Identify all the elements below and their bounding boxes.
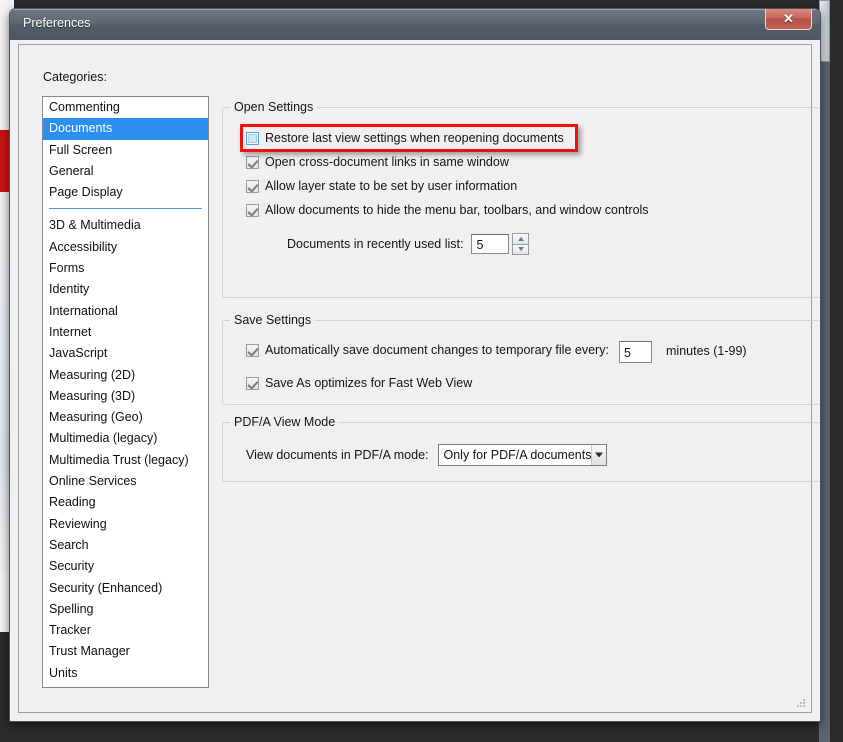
save-settings-group: Save Settings: [222, 313, 820, 405]
sidebar-item-measuring-geo[interactable]: Measuring (Geo): [43, 407, 208, 428]
stepper-down-icon[interactable]: [512, 244, 530, 255]
sidebar-item-updater[interactable]: Updater: [43, 684, 208, 687]
sidebar-item-accessibility[interactable]: Accessibility: [43, 237, 208, 258]
cross-document-links-checkbox[interactable]: [246, 155, 259, 169]
sidebar-item-measuring-2d[interactable]: Measuring (2D): [43, 365, 208, 386]
window-title: Preferences: [23, 16, 91, 30]
sidebar-item-search[interactable]: Search: [43, 535, 208, 556]
autosave-minutes-input[interactable]: 5: [619, 341, 652, 363]
recently-used-list-row: Documents in recently used list: 5: [287, 233, 530, 255]
recently-used-list-stepper[interactable]: [512, 233, 530, 255]
pdfa-mode-label: View documents in PDF/A mode:: [246, 448, 429, 462]
layer-state-checkbox[interactable]: [246, 179, 259, 193]
sidebar-item-multimedia-trust-legacy[interactable]: Multimedia Trust (legacy): [43, 450, 208, 471]
cross-document-links-row[interactable]: Open cross-document links in same window: [246, 155, 509, 169]
cross-document-links-label: Open cross-document links in same window: [265, 155, 509, 169]
recently-used-list-label: Documents in recently used list:: [287, 237, 464, 251]
hide-menu-bar-checkbox[interactable]: [246, 203, 259, 217]
sidebar-item-measuring-3d[interactable]: Measuring (3D): [43, 386, 208, 407]
recently-used-list-input[interactable]: 5: [471, 234, 510, 254]
sidebar-item-javascript[interactable]: JavaScript: [43, 343, 208, 364]
sidebar-item-full-screen[interactable]: Full Screen: [43, 140, 208, 161]
sidebar-item-multimedia-legacy[interactable]: Multimedia (legacy): [43, 428, 208, 449]
sidebar-item-identity[interactable]: Identity: [43, 279, 208, 300]
category-separator: [49, 208, 202, 210]
pdfa-mode-row: View documents in PDF/A mode: Only for P…: [246, 444, 607, 466]
restore-last-view-label: Restore last view settings when reopenin…: [265, 131, 564, 145]
sidebar-item-units[interactable]: Units: [43, 663, 208, 684]
hide-menu-bar-row[interactable]: Allow documents to hide the menu bar, to…: [246, 203, 649, 217]
autosave-checkbox[interactable]: [246, 343, 259, 357]
close-icon: ✕: [783, 11, 794, 26]
stepper-up-icon[interactable]: [512, 233, 530, 245]
sidebar-item-3d-multimedia[interactable]: 3D & Multimedia: [43, 215, 208, 236]
category-list[interactable]: Commenting Documents Full Screen General…: [42, 96, 209, 688]
autosave-label: Automatically save document changes to t…: [265, 343, 609, 357]
sidebar-item-security-enhanced[interactable]: Security (Enhanced): [43, 578, 208, 599]
sidebar-item-internet[interactable]: Internet: [43, 322, 208, 343]
restore-last-view-checkbox[interactable]: [246, 131, 259, 145]
autosave-minutes-units-label: minutes (1-99): [666, 344, 747, 358]
layer-state-label: Allow layer state to be set by user info…: [265, 179, 518, 193]
open-settings-title: Open Settings: [230, 100, 318, 114]
close-button[interactable]: ✕: [765, 9, 812, 30]
title-bar-highlight: [11, 9, 819, 10]
pdfa-mode-select[interactable]: Only for PDF/A documents: [437, 444, 607, 466]
sidebar-item-documents[interactable]: Documents: [43, 118, 208, 140]
fast-web-view-row[interactable]: Save As optimizes for Fast Web View: [246, 376, 472, 390]
sidebar-item-general[interactable]: General: [43, 161, 208, 182]
resize-grip-icon[interactable]: [795, 697, 807, 709]
pdfa-mode-selected-value: Only for PDF/A documents: [443, 448, 592, 462]
sidebar-item-spelling[interactable]: Spelling: [43, 599, 208, 620]
hide-menu-bar-label: Allow documents to hide the menu bar, to…: [265, 203, 649, 217]
chevron-down-icon[interactable]: [591, 445, 606, 465]
sidebar-item-tracker[interactable]: Tracker: [43, 620, 208, 641]
save-settings-title: Save Settings: [230, 313, 316, 327]
autosave-row[interactable]: Automatically save document changes to t…: [246, 343, 609, 357]
sidebar-item-international[interactable]: International: [43, 301, 208, 322]
fast-web-view-checkbox[interactable]: [246, 376, 259, 390]
pdfa-view-mode-title: PDF/A View Mode: [230, 415, 340, 429]
sidebar-item-reviewing[interactable]: Reviewing: [43, 514, 208, 535]
fast-web-view-label: Save As optimizes for Fast Web View: [265, 376, 473, 390]
sidebar-item-online-services[interactable]: Online Services: [43, 471, 208, 492]
sidebar-item-security[interactable]: Security: [43, 556, 208, 577]
sidebar-item-trust-manager[interactable]: Trust Manager: [43, 641, 208, 662]
categories-label: Categories:: [43, 70, 107, 84]
layer-state-row[interactable]: Allow layer state to be set by user info…: [246, 179, 517, 193]
sidebar-item-commenting[interactable]: Commenting: [43, 97, 208, 118]
sidebar-item-page-display[interactable]: Page Display: [43, 182, 208, 203]
title-bar[interactable]: Preferences ✕: [10, 9, 820, 41]
restore-last-view-row[interactable]: Restore last view settings when reopenin…: [246, 131, 564, 145]
sidebar-item-forms[interactable]: Forms: [43, 258, 208, 279]
preferences-dialog: Preferences ✕ Categories: Commenting Doc…: [9, 8, 821, 722]
dialog-content-frame: Categories: Commenting Documents Full Sc…: [18, 44, 820, 713]
dialog-client-area: Categories: Commenting Documents Full Sc…: [10, 40, 820, 721]
sidebar-item-reading[interactable]: Reading: [43, 492, 208, 513]
